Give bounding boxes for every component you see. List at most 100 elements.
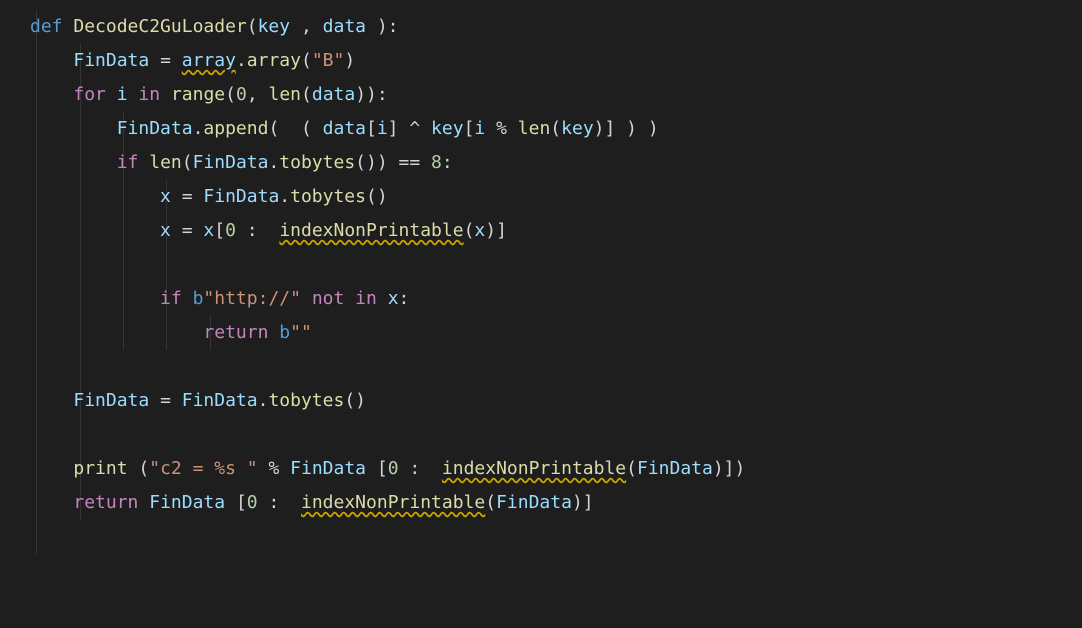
operator: : (409, 458, 420, 479)
code-line[interactable]: if b"http://" not in x: (0, 282, 1082, 316)
operator: = (182, 186, 193, 207)
code-line[interactable]: FinData = array.array("B") (0, 44, 1082, 78)
number: 0 (225, 220, 236, 241)
text: : (399, 288, 410, 309)
variable: i (117, 84, 128, 105)
operator: ^ (409, 118, 420, 139)
keyword-return: return (73, 492, 138, 513)
keyword-in: in (355, 288, 377, 309)
string-literal: "B" (312, 50, 345, 71)
variable: FinData (290, 458, 366, 479)
text: ( (464, 220, 475, 241)
text: [ (214, 220, 225, 241)
variable: FinData (117, 118, 193, 139)
code-line[interactable]: x = x[0 : indexNonPrintable(x)] (0, 214, 1082, 248)
variable: FinData (203, 186, 279, 207)
operator: = (160, 390, 171, 411)
method-call: tobytes (268, 390, 344, 411)
builtin-call: len (518, 118, 551, 139)
text: ( (225, 84, 236, 105)
code-line[interactable]: x = FinData.tobytes() (0, 180, 1082, 214)
number: 8 (431, 152, 442, 173)
variable: key (561, 118, 594, 139)
variable: data (312, 84, 355, 105)
text: [ (236, 492, 247, 513)
operator: % (496, 118, 507, 139)
code-editor[interactable]: def DecodeC2GuLoader(key , data ): FinDa… (0, 10, 1082, 520)
variable: FinData (182, 390, 258, 411)
string-literal: "c2 = %s " (149, 458, 257, 479)
number: 0 (388, 458, 399, 479)
variable: x (203, 220, 214, 241)
keyword-if: if (160, 288, 182, 309)
code-line[interactable] (0, 248, 1082, 282)
method-call: append (203, 118, 268, 139)
variable: FinData (73, 390, 149, 411)
number: 0 (247, 492, 258, 513)
text: : (442, 152, 453, 173)
text: ] (388, 118, 399, 139)
keyword-not: not (312, 288, 345, 309)
function-call: indexNonPrintable (279, 220, 463, 241)
keyword-return: return (203, 322, 268, 343)
builtin-call: print (73, 458, 127, 479)
function-call: indexNonPrintable (442, 458, 626, 479)
text: ( (301, 84, 312, 105)
builtin-call: len (149, 152, 182, 173)
param: key (258, 16, 291, 37)
text: () (344, 390, 366, 411)
method-call: tobytes (279, 152, 355, 173)
code-line[interactable]: print ("c2 = %s " % FinData [0 : indexNo… (0, 452, 1082, 486)
text: ()) (355, 152, 388, 173)
code-line[interactable]: FinData = FinData.tobytes() (0, 384, 1082, 418)
text: )] (572, 492, 594, 513)
variable: FinData (637, 458, 713, 479)
module-ref: array (182, 50, 236, 71)
string-affix: b (279, 322, 290, 343)
text: , (301, 16, 312, 37)
code-line[interactable]: FinData.append( ( data[i] ^ key[i % len(… (0, 112, 1082, 146)
text: ( (485, 492, 496, 513)
text: . (268, 152, 279, 173)
code-line[interactable]: return b"" (0, 316, 1082, 350)
text: . (258, 390, 269, 411)
builtin-call: range (171, 84, 225, 105)
text: . (236, 50, 247, 71)
variable: x (474, 220, 485, 241)
keyword-if: if (117, 152, 139, 173)
code-line[interactable] (0, 418, 1082, 452)
variable: FinData (193, 152, 269, 173)
text: ) (344, 50, 355, 71)
builtin-call: len (269, 84, 302, 105)
keyword-for: for (73, 84, 106, 105)
string-literal: "http://" (203, 288, 301, 309)
text: [ (377, 458, 388, 479)
variable: data (323, 118, 366, 139)
function-call: indexNonPrintable (301, 492, 485, 513)
string-literal: "" (290, 322, 312, 343)
operator: % (268, 458, 279, 479)
text: , (247, 84, 258, 105)
variable: x (160, 220, 171, 241)
text: [ (464, 118, 475, 139)
text: ( (247, 16, 258, 37)
code-line[interactable]: return FinData [0 : indexNonPrintable(Fi… (0, 486, 1082, 520)
param: data (323, 16, 366, 37)
code-line[interactable]: if len(FinData.tobytes()) == 8: (0, 146, 1082, 180)
code-line[interactable]: for i in range(0, len(data)): (0, 78, 1082, 112)
operator: = (160, 50, 171, 71)
variable: i (377, 118, 388, 139)
operator: = (182, 220, 193, 241)
text: ( (550, 118, 561, 139)
variable: x (388, 288, 399, 309)
operator: == (399, 152, 421, 173)
string-affix: b (193, 288, 204, 309)
number: 0 (236, 84, 247, 105)
keyword-def: def (30, 16, 63, 37)
operator: : (247, 220, 258, 241)
text: )] ) ) (594, 118, 659, 139)
text: ( ( (268, 118, 322, 139)
code-line[interactable] (0, 350, 1082, 384)
variable: FinData (73, 50, 149, 71)
code-line[interactable]: def DecodeC2GuLoader(key , data ): (0, 10, 1082, 44)
